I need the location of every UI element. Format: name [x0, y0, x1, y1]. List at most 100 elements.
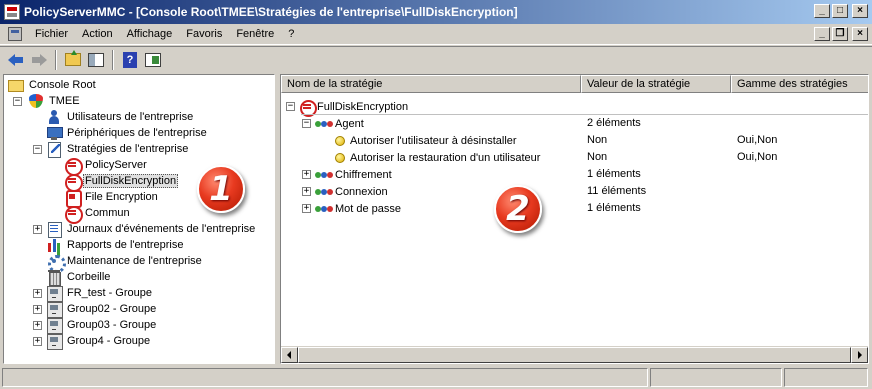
window-titlebar[interactable]: PolicyServerMMC - [Console Root\TMEE\Str…: [0, 0, 872, 24]
up-folder-icon: [65, 50, 81, 66]
scrollbar-thumb[interactable]: [298, 347, 851, 363]
tree-item-file-encryption[interactable]: File Encryption: [64, 189, 160, 208]
menu-affichage[interactable]: Affichage: [120, 28, 180, 40]
tree-item-label: Group03 - Groupe: [67, 319, 157, 331]
app-icon[interactable]: [4, 4, 20, 20]
console-tree[interactable]: Console Root − TMEE Utilisateurs de l'en…: [3, 74, 275, 364]
tree-item-tmee[interactable]: TMEE: [28, 93, 82, 109]
tree-item-label: Maintenance de l'entreprise: [67, 255, 202, 267]
tree-item-commun[interactable]: Commun: [64, 205, 132, 224]
group-icon: [46, 285, 63, 302]
scroll-left-button[interactable]: [281, 347, 298, 363]
scroll-right-button[interactable]: [851, 347, 868, 363]
status-cell-2: [650, 368, 782, 387]
tree-item-fr-test-group[interactable]: FR_test - Groupe: [46, 285, 154, 302]
tree-item-label: Group02 - Groupe: [67, 303, 157, 315]
tree-expander-logs[interactable]: +: [33, 225, 42, 234]
policy-name-cell: Autoriser l'utilisateur à désinstaller: [335, 132, 517, 149]
child-restore-button[interactable]: ❐: [832, 27, 848, 41]
row-expander[interactable]: −: [286, 102, 295, 111]
tree-item-group03[interactable]: Group03 - Groupe: [46, 317, 158, 334]
up-one-level-button[interactable]: [63, 50, 83, 70]
tree-item-label: Rapports de l'entreprise: [67, 239, 184, 251]
tree-item-reports[interactable]: Rapports de l'entreprise: [46, 237, 185, 253]
file-encryption-icon: [64, 189, 82, 208]
tree-item-label: Group4 - Groupe: [67, 335, 151, 347]
policy-row-chiffrement[interactable]: + Chiffrement 1 éléments: [281, 166, 868, 183]
tree-item-label: Console Root: [29, 79, 96, 91]
status-cell-main: [2, 368, 648, 387]
tmee-shield-icon: [28, 93, 44, 109]
tree-item-label: File Encryption: [85, 191, 158, 203]
group-icon: [46, 333, 63, 350]
tree-item-group4[interactable]: Group4 - Groupe: [46, 333, 152, 350]
column-header-range[interactable]: Gamme des stratégies: [731, 75, 868, 93]
horizontal-scrollbar[interactable]: [281, 346, 868, 363]
row-expander[interactable]: +: [302, 170, 311, 179]
policy-row-allow-uninstall[interactable]: Autoriser l'utilisateur à désinstaller N…: [281, 132, 868, 149]
tree-item-fulldiskencryption[interactable]: FullDiskEncryption: [64, 173, 179, 192]
minimize-button[interactable]: _: [814, 4, 830, 18]
policy-value: 11 éléments: [587, 185, 647, 197]
column-header-name[interactable]: Nom de la stratégie: [281, 75, 581, 93]
show-hide-action-pane-button[interactable]: [143, 50, 163, 70]
tree-item-recycle-bin[interactable]: Corbeille: [46, 269, 112, 286]
policy-chain-icon: [315, 120, 333, 128]
tree-expander-policies[interactable]: −: [33, 145, 42, 154]
policy-value: 1 éléments: [587, 202, 641, 214]
policy-row-connexion[interactable]: + Connexion 11 éléments: [281, 183, 868, 200]
policy-range: Oui,Non: [737, 134, 778, 146]
policy-name: Autoriser l'utilisateur à désinstaller: [350, 134, 517, 147]
tree-expander-group02[interactable]: +: [33, 305, 42, 314]
tree-item-label: Journaux d'événements de l'entreprise: [67, 223, 256, 235]
tree-expander-group4[interactable]: +: [33, 337, 42, 346]
recycle-bin-icon: [46, 269, 62, 286]
help-icon: ?: [123, 51, 137, 68]
policy-name-cell: Mot de passe: [315, 200, 401, 217]
menu-help[interactable]: ?: [281, 28, 301, 40]
console-window-icon[interactable]: [8, 27, 22, 41]
maximize-button[interactable]: □: [832, 4, 848, 18]
row-expander[interactable]: +: [302, 187, 311, 196]
close-button[interactable]: ×: [852, 4, 868, 18]
child-minimize-button[interactable]: _: [814, 27, 830, 41]
menu-action[interactable]: Action: [75, 28, 120, 40]
tree-item-policyserver[interactable]: PolicyServer: [64, 157, 149, 176]
tree-item-policies[interactable]: Stratégies de l'entreprise: [46, 141, 190, 158]
policy-row-agent[interactable]: − Agent 2 éléments: [281, 115, 868, 132]
tree-item-devices[interactable]: Périphériques de l'entreprise: [46, 125, 209, 141]
forward-button[interactable]: [29, 50, 49, 70]
row-expander[interactable]: +: [302, 204, 311, 213]
policy-row-fulldiskencryption[interactable]: − FullDiskEncryption: [281, 98, 868, 117]
child-window-controls: _ ❐ ×: [814, 27, 868, 41]
tree-item-users[interactable]: Utilisateurs de l'entreprise: [46, 109, 195, 125]
policy-row-allow-user-recovery[interactable]: Autoriser la restauration d'un utilisate…: [281, 149, 868, 166]
policy-name: Autoriser la restauration d'un utilisate…: [350, 151, 541, 164]
child-close-button[interactable]: ×: [852, 27, 868, 41]
tree-item-group02[interactable]: Group02 - Groupe: [46, 301, 158, 318]
tree-item-maintenance[interactable]: Maintenance de l'entreprise: [46, 253, 204, 273]
policy-name: Chiffrement: [335, 168, 392, 181]
report-icon: [46, 237, 62, 253]
tree-expander-group03[interactable]: +: [33, 321, 42, 330]
policy-chain-icon: [315, 205, 333, 213]
tree-expander-fr-test[interactable]: +: [33, 289, 42, 298]
show-hide-tree-button[interactable]: [86, 50, 106, 70]
tree-item-label: Commun: [85, 207, 130, 219]
toolbar-separator: [112, 49, 114, 70]
toolbar-separator: [55, 49, 57, 70]
row-expander[interactable]: −: [302, 119, 311, 128]
help-button[interactable]: ?: [120, 50, 140, 70]
column-header-value[interactable]: Valeur de la stratégie: [581, 75, 731, 93]
menu-fichier[interactable]: Fichier: [28, 28, 75, 40]
tree-item-console-root[interactable]: Console Root: [8, 77, 98, 93]
menu-favoris[interactable]: Favoris: [179, 28, 229, 40]
tree-item-label: FR_test - Groupe: [67, 287, 152, 299]
tree-expander-tmee[interactable]: −: [13, 97, 22, 106]
menu-fenetre[interactable]: Fenêtre: [229, 28, 281, 40]
policy-row-mot-de-passe[interactable]: + Mot de passe 1 éléments: [281, 200, 868, 217]
policy-list[interactable]: Nom de la stratégie Valeur de la stratég…: [280, 74, 869, 364]
policy-value: Non: [587, 134, 608, 146]
back-button[interactable]: [6, 50, 26, 70]
tree-item-event-logs[interactable]: Journaux d'événements de l'entreprise: [46, 221, 257, 238]
